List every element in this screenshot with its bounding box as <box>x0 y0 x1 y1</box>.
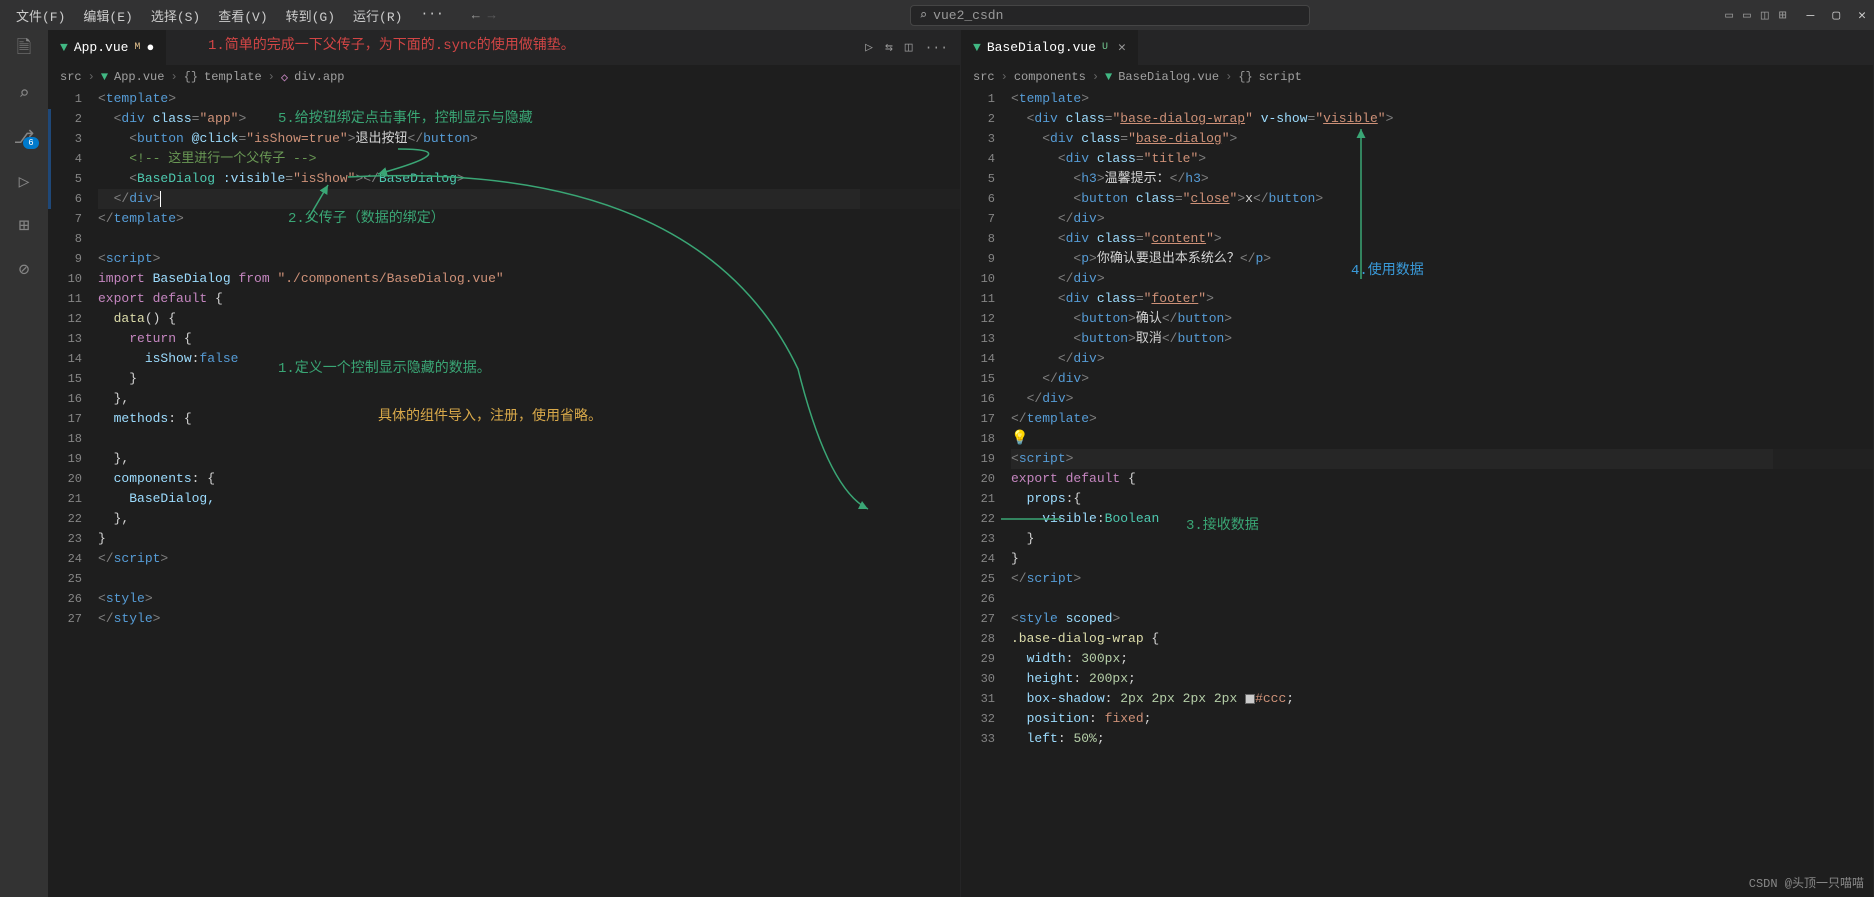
tab-status: U <box>1102 42 1108 53</box>
command-center[interactable]: ⌕ vue2_csdn <box>910 5 1310 26</box>
brace-icon: {} <box>1238 70 1252 84</box>
menu-select[interactable]: 选择(S) <box>143 2 208 29</box>
gutter-right: 1 2 3 4 5 6 7 8 9 10 11 12 13 14 15 16 1 <box>961 89 1011 897</box>
crumb[interactable]: components <box>1014 70 1086 84</box>
titlebar: 文件(F) 编辑(E) 选择(S) 查看(V) 转到(G) 运行(R) ··· … <box>0 0 1874 30</box>
menu-view[interactable]: 查看(V) <box>210 2 275 29</box>
debug-icon[interactable]: ▷ <box>12 170 36 194</box>
tab-status: M <box>134 42 140 53</box>
minimize-icon[interactable]: — <box>1807 8 1815 23</box>
code-area-left[interactable]: 1 2 3 4 5 6 7 8 9 10 11 12 13 14 15 16 1 <box>48 89 960 897</box>
nav-back-icon[interactable]: ← <box>472 8 480 23</box>
tab-app-vue[interactable]: ▼ App.vue M ● <box>48 30 167 65</box>
tab-dirty-icon: ● <box>146 40 154 55</box>
remote-icon[interactable]: ⊘ <box>12 258 36 282</box>
minimap-left[interactable] <box>860 89 960 897</box>
maximize-icon[interactable]: ▢ <box>1832 8 1840 23</box>
code-area-right[interactable]: 1 2 3 4 5 6 7 8 9 10 11 12 13 14 15 16 1 <box>961 89 1873 897</box>
tab-close-icon[interactable]: ✕ <box>1118 40 1126 55</box>
search-side-icon[interactable]: ⌕ <box>12 82 36 106</box>
nav-forward-icon[interactable]: → <box>488 8 496 23</box>
tab-basedialog-vue[interactable]: ▼ BaseDialog.vue U ✕ <box>961 30 1139 65</box>
editor-right: ▼ BaseDialog.vue U ✕ src› components› ▼B… <box>961 30 1874 897</box>
code-left[interactable]: <template> <div class="app"> <button @cl… <box>98 89 960 897</box>
compare-icon[interactable]: ⇆ <box>885 40 893 55</box>
watermark: CSDN @头顶一只喵喵 <box>1749 874 1864 891</box>
menu-run[interactable]: 运行(R) <box>345 2 410 29</box>
panel-icon[interactable]: ▭ <box>1743 8 1751 23</box>
code-right[interactable]: <template> <div class="base-dialog-wrap"… <box>1011 89 1873 897</box>
menu-edit[interactable]: 编辑(E) <box>75 2 140 29</box>
split-icon[interactable]: ◫ <box>905 40 913 55</box>
vue-icon: ▼ <box>60 40 68 55</box>
crumb[interactable]: BaseDialog.vue <box>1118 70 1219 84</box>
tab-name: App.vue <box>74 40 129 55</box>
layout-icon[interactable]: ▭ <box>1725 8 1733 23</box>
menu-bar: 文件(F) 编辑(E) 选择(S) 查看(V) 转到(G) 运行(R) ··· <box>8 2 452 29</box>
crumb[interactable]: div.app <box>294 70 344 84</box>
more-icon[interactable]: ··· <box>925 40 948 55</box>
scm-icon[interactable]: ⎇6 <box>12 126 36 150</box>
crumb[interactable]: template <box>204 70 262 84</box>
lightbulb-icon[interactable]: 💡 <box>1011 431 1028 447</box>
crumb[interactable]: src <box>60 70 82 84</box>
crumb[interactable]: App.vue <box>114 70 164 84</box>
vue-icon: ▼ <box>1105 70 1112 84</box>
breadcrumb-left[interactable]: src› ▼App.vue› {}template› ◇div.app <box>48 65 960 89</box>
minimap-right[interactable] <box>1773 89 1873 897</box>
grid-icon[interactable]: ⊞ <box>1779 8 1787 23</box>
vue-icon: ▼ <box>973 40 981 55</box>
tabs-left: ▼ App.vue M ● ▷ ⇆ ◫ ··· <box>48 30 960 65</box>
editor-left: 1.简单的完成一下父传子，为下面的.sync的使用做铺垫。 ▼ App.vue … <box>48 30 961 897</box>
gutter-left: 1 2 3 4 5 6 7 8 9 10 11 12 13 14 15 16 1 <box>48 89 98 897</box>
search-icon: ⌕ <box>919 8 927 23</box>
breadcrumb-right[interactable]: src› components› ▼BaseDialog.vue› {}scri… <box>961 65 1873 89</box>
crumb[interactable]: script <box>1259 70 1302 84</box>
menu-goto[interactable]: 转到(G) <box>278 2 343 29</box>
close-icon[interactable]: ✕ <box>1858 8 1866 23</box>
nav-arrows: ← → <box>472 8 496 23</box>
search-text: vue2_csdn <box>933 8 1003 23</box>
sidebar-icon[interactable]: ◫ <box>1761 8 1769 23</box>
activity-bar: 🗎 ⌕ ⎇6 ▷ ⊞ ⊘ <box>0 30 48 897</box>
scm-badge: 6 <box>23 137 38 149</box>
diff-marker <box>48 109 51 209</box>
menu-more[interactable]: ··· <box>412 2 451 29</box>
tabs-right: ▼ BaseDialog.vue U ✕ <box>961 30 1873 65</box>
extensions-icon[interactable]: ⊞ <box>12 214 36 238</box>
run-icon[interactable]: ▷ <box>865 40 873 55</box>
tab-name: BaseDialog.vue <box>987 40 1096 55</box>
brace-icon: {} <box>184 70 198 84</box>
menu-file[interactable]: 文件(F) <box>8 2 73 29</box>
explorer-icon[interactable]: 🗎 <box>12 38 36 62</box>
tag-icon: ◇ <box>281 70 288 85</box>
vue-icon: ▼ <box>101 70 108 84</box>
crumb[interactable]: src <box>973 70 995 84</box>
